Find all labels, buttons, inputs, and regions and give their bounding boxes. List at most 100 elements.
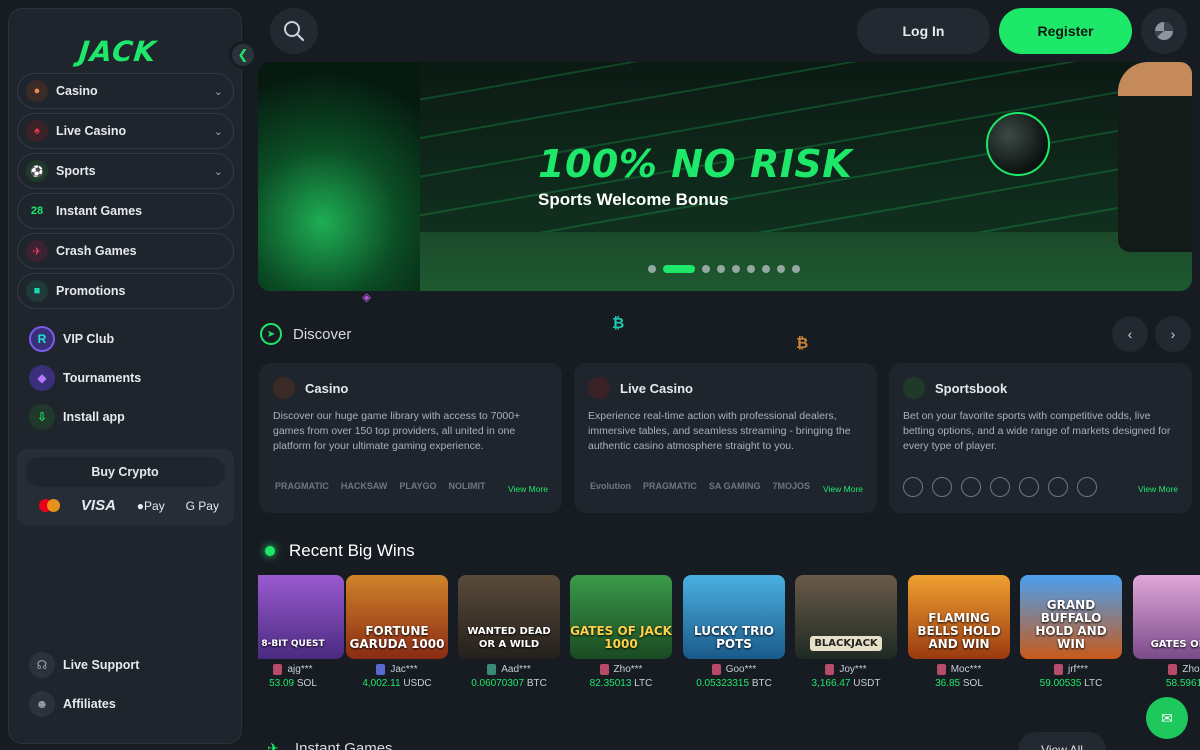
carousel-dot[interactable] [777, 265, 785, 273]
sidebar-item-label: Live Casino [56, 124, 127, 138]
game-thumbnail: FORTUNE GARUDA 1000 [346, 575, 448, 659]
carousel-dot[interactable] [702, 265, 710, 273]
sports-icon [903, 377, 925, 399]
register-button[interactable]: Register [999, 8, 1132, 54]
sidebar-item-instant-games[interactable]: 28 Instant Games [17, 193, 234, 229]
currency: BTC [751, 678, 772, 689]
carousel-dots [648, 265, 800, 273]
install-icon: ⇩ [29, 403, 55, 430]
discover-card-sportsbook[interactable]: Sportsbook Bet on your favorite sports w… [889, 363, 1192, 513]
sidebar-item-casino[interactable]: ● Casino ⌄ [17, 73, 234, 109]
card-title: Live Casino [620, 380, 693, 396]
discover-title: Discover [293, 325, 352, 343]
discover-prev-button[interactable]: ‹ [1112, 316, 1148, 352]
carousel-dot[interactable] [792, 265, 800, 273]
game-thumbnail: BLACKJACK [795, 575, 897, 659]
chat-icon: ✉ [1161, 709, 1173, 726]
sidebar-item-label: Promotions [56, 284, 126, 298]
sidebar-bottom: ☊ Live Support ☻ Affiliates [17, 645, 234, 723]
recent-wins-title: Recent Big Wins [289, 541, 415, 560]
collapse-sidebar-button[interactable]: ❮ [229, 41, 257, 69]
carousel-dot[interactable] [717, 265, 725, 273]
provider-logo: SA GAMING [708, 481, 761, 491]
carousel-dot-active[interactable] [663, 265, 695, 273]
promo-banner[interactable]: 100% NO RISK Sports Welcome Bonus [258, 62, 1192, 291]
view-more-link[interactable]: View More [508, 484, 548, 494]
carousel-dot[interactable] [747, 265, 755, 273]
amount-value: 4,002.11 [362, 678, 401, 689]
game-thumbnail: WANTED DEAD OR A WILD [458, 575, 560, 659]
discover-card-live-casino[interactable]: Live Casino Experience real-time action … [574, 363, 877, 513]
theme-icon [1154, 22, 1173, 40]
win-amount: 58.5961 [1133, 678, 1200, 689]
chat-button[interactable]: ✉ [1146, 697, 1188, 739]
sidebar-item-label: Crash Games [56, 244, 137, 258]
brand-logo[interactable]: JACK [77, 35, 158, 68]
provider-logo: HACKSAW [340, 481, 388, 491]
win-item[interactable]: FLAMING BELLS HOLD AND WIN Moc*** 36.85 … [908, 575, 1010, 689]
game-title: FLAMING BELLS HOLD AND WIN [917, 611, 1001, 651]
game-thumbnail: FLAMING BELLS HOLD AND WIN [908, 575, 1010, 659]
win-amount: 4,002.11 USDC [346, 678, 448, 689]
currency: USDT [853, 678, 881, 689]
win-item[interactable]: GATES OF O Zho 58.5961 [1133, 575, 1200, 689]
apple-pay-label: Pay [144, 498, 165, 513]
winner-name: Aad*** [501, 664, 531, 675]
win-item[interactable]: GRAND BUFFALO HOLD AND WIN jrf*** 59.005… [1020, 575, 1122, 689]
sidebar-item-sports[interactable]: ⚽ Sports ⌄ [17, 153, 234, 189]
winner-name: Jac*** [390, 664, 418, 675]
view-more-link[interactable]: View More [1138, 484, 1178, 494]
login-button[interactable]: Log In [857, 8, 990, 54]
game-title: BLACKJACK [810, 636, 882, 651]
search-icon [284, 21, 305, 42]
win-item[interactable]: WANTED DEAD OR A WILD Aad*** 0.06070307 … [458, 575, 560, 689]
game-title: WANTED DEAD OR A WILD [467, 626, 551, 650]
discover-next-button[interactable]: › [1155, 316, 1191, 352]
sidebar-item-promotions[interactable]: ■ Promotions [17, 273, 234, 309]
soccer-ball-image [986, 112, 1050, 176]
buy-crypto-button[interactable]: Buy Crypto [25, 457, 225, 487]
sidebar-item-tournaments[interactable]: ◆ Tournaments [17, 358, 234, 397]
volleyball-icon [1019, 477, 1039, 497]
sidebar-item-live-support[interactable]: ☊ Live Support [17, 645, 234, 684]
win-item[interactable]: LUCKY TRIO POTS Goo*** 0.05323315 BTC [683, 575, 785, 689]
bitcoin-icon: ₿ [612, 315, 625, 332]
amount-value: 53.09 [269, 678, 295, 689]
carousel-dot[interactable] [648, 265, 656, 273]
chevron-right-icon: › [1170, 326, 1176, 342]
sidebar-nav: ● Casino ⌄ ♠ Live Casino ⌄ ⚽ Sports ⌄ 28… [17, 73, 234, 436]
sidebar-item-live-casino[interactable]: ♠ Live Casino ⌄ [17, 113, 234, 149]
chevron-left-icon: ‹ [1127, 326, 1133, 342]
search-button[interactable] [270, 8, 318, 54]
winner-name: jrf*** [1067, 664, 1088, 675]
affiliates-icon: ☻ [29, 690, 55, 717]
view-more-link[interactable]: View More [823, 484, 863, 494]
win-item[interactable]: 8-BIT QUEST ajg*** 53.09 SOL [258, 575, 344, 689]
chevron-down-icon: ⌄ [213, 165, 223, 178]
win-item[interactable]: BLACKJACK Joy*** 3,166.47 USDT [795, 575, 897, 689]
theme-toggle-button[interactable] [1141, 8, 1187, 54]
discover-card-casino[interactable]: Casino Discover our huge game library wi… [259, 363, 562, 513]
currency: SOL [296, 678, 317, 689]
win-item[interactable]: FORTUNE GARUDA 1000 Jac*** 4,002.11 USDC [346, 575, 448, 689]
carousel-dot[interactable] [762, 265, 770, 273]
soccer-icon [903, 477, 923, 497]
banner-field [420, 232, 1192, 291]
sidebar-item-install-app[interactable]: ⇩ Install app [17, 397, 234, 436]
game-thumbnail: LUCKY TRIO POTS [683, 575, 785, 659]
instant-games-icon: 28 [30, 205, 44, 217]
sidebar-item-affiliates[interactable]: ☻ Affiliates [17, 684, 234, 723]
sidebar-item-vip-club[interactable]: R VIP Club [17, 319, 234, 358]
chevron-down-icon: ⌄ [213, 85, 223, 98]
carousel-dot[interactable] [732, 265, 740, 273]
amount-value: 0.05323315 [696, 678, 750, 689]
player-image [1118, 62, 1192, 252]
win-item[interactable]: GATES OF JACK 1000 Zho*** 82.35013 LTC [570, 575, 672, 689]
amount-value: 58.5961 [1165, 678, 1200, 689]
sidebar-item-label: Tournaments [63, 370, 142, 385]
win-amount: 53.09 SOL [258, 678, 344, 689]
user-icon [1053, 664, 1063, 675]
sidebar-item-crash-games[interactable]: ✈ Crash Games [17, 233, 234, 269]
view-all-button[interactable]: View All [1018, 732, 1106, 750]
banner-subtitle: Sports Welcome Bonus [538, 190, 729, 209]
